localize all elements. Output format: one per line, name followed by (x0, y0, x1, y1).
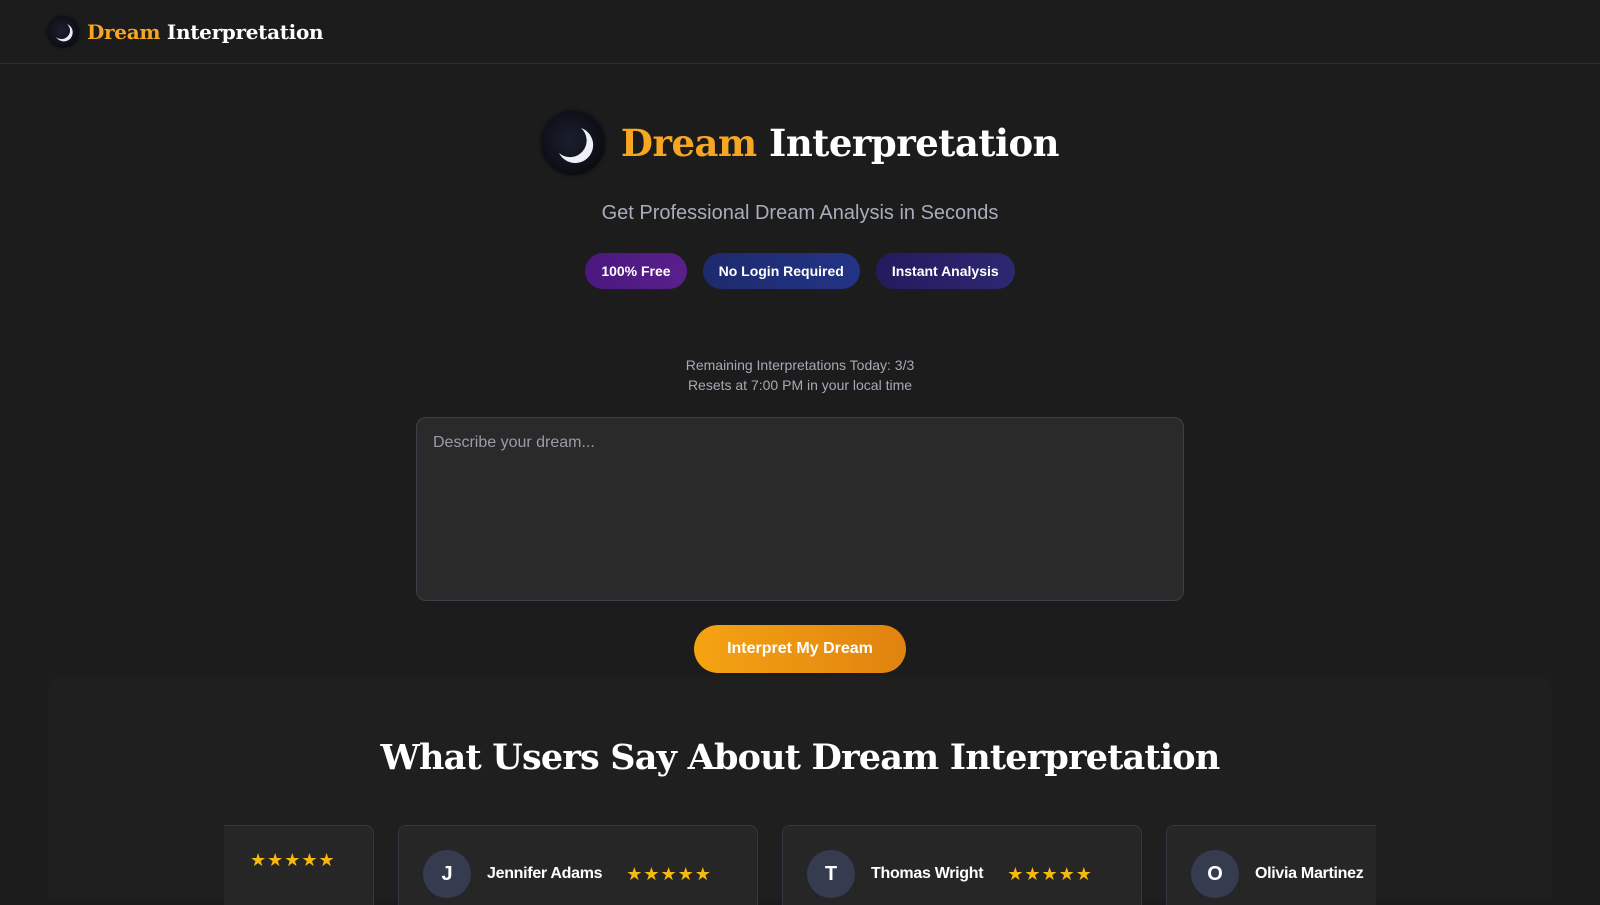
testimonial-card: J Jennifer Adams ★★★★★ (398, 825, 758, 905)
crescent-moon-icon (47, 16, 79, 48)
page-title: Dream Interpretation (620, 121, 1060, 165)
testimonial-card: T Thomas Wright ★★★★★ (782, 825, 1142, 905)
feature-badges: 100% Free No Login Required Instant Anal… (0, 253, 1600, 289)
reviewer-name: Thomas Wright (871, 865, 984, 882)
brand-logo-link[interactable]: Dream Interpretation (47, 16, 324, 48)
reviewer-name: Jennifer Adams (487, 865, 603, 882)
brand-name-accent: Dream (87, 20, 161, 44)
avatar: T (807, 850, 855, 898)
testimonials-title: What Users Say About Dream Interpretatio… (380, 737, 1221, 778)
brand-name: Dream Interpretation (87, 20, 324, 44)
testimonial-card: ★★★★★ (224, 825, 374, 905)
badge-free: 100% Free (585, 253, 687, 289)
rating-stars: ★★★★★ (626, 863, 712, 884)
page-title-rest: Interpretation (769, 121, 1060, 165)
hero-title: Dream Interpretation (0, 111, 1600, 175)
remaining-interpretations: Remaining Interpretations Today: 3/3 (685, 357, 915, 373)
page-subtitle: Get Professional Dream Analysis in Secon… (601, 202, 999, 224)
avatar: O (1191, 850, 1239, 898)
page-title-accent: Dream (620, 121, 757, 165)
interpret-dream-button[interactable]: Interpret My Dream (694, 625, 906, 673)
rating-stars: ★★★★★ (250, 850, 336, 870)
testimonials-carousel[interactable]: ★★★★★ J Jennifer Adams ★★★★★ T Thomas Wr… (224, 825, 1376, 905)
reset-time: Resets at 7:00 PM in your local time (687, 377, 913, 393)
badge-no-login: No Login Required (702, 253, 860, 289)
top-navigation-bar: Dream Interpretation (0, 0, 1600, 64)
reviewer-name: Olivia Martinez (1255, 865, 1364, 882)
rating-stars: ★★★★★ (1007, 863, 1093, 884)
brand-name-rest: Interpretation (166, 20, 324, 44)
crescent-moon-icon (540, 111, 605, 175)
badge-instant-analysis: Instant Analysis (875, 253, 1015, 289)
quota-info: Remaining Interpretations Today: 3/3 Res… (0, 355, 1600, 395)
testimonial-card: O Olivia Martinez (1166, 825, 1376, 905)
avatar: J (423, 850, 471, 898)
dream-description-input[interactable] (416, 417, 1184, 601)
